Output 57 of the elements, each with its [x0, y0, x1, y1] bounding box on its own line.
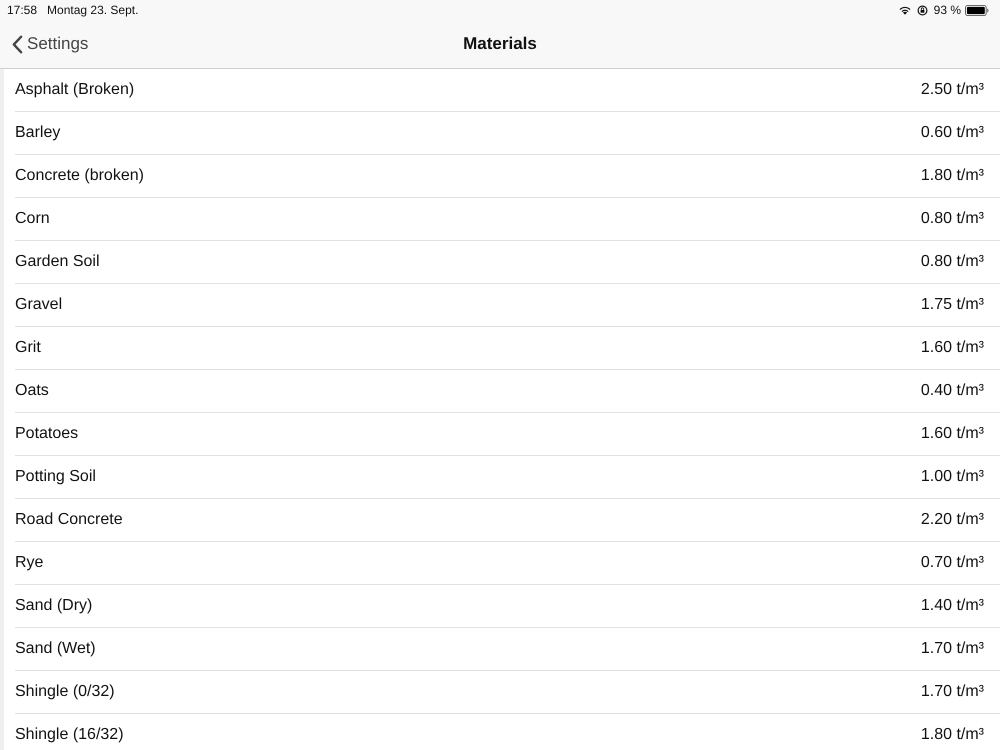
material-row[interactable]: Rye 0.70 t/m³ — [15, 542, 1000, 585]
status-time: 17:58 — [7, 3, 38, 17]
material-name: Sand (Wet) — [15, 640, 96, 658]
material-row[interactable]: Road Concrete 2.20 t/m³ — [15, 499, 1000, 542]
material-row[interactable]: Asphalt (Broken) 2.50 t/m³ — [15, 69, 1000, 112]
material-row[interactable]: Potting Soil 1.00 t/m³ — [15, 456, 1000, 499]
material-name: Corn — [15, 210, 50, 228]
material-name: Garden Soil — [15, 253, 100, 271]
material-name: Gravel — [15, 296, 62, 314]
material-density: 1.00 t/m³ — [920, 468, 984, 486]
battery-percentage: 93 % — [934, 3, 961, 17]
material-name: Oats — [15, 382, 49, 400]
chevron-left-icon — [12, 34, 23, 54]
material-row[interactable]: Concrete (broken) 1.80 t/m³ — [15, 155, 1000, 198]
material-density: 0.60 t/m³ — [920, 124, 984, 142]
material-density: 1.60 t/m³ — [920, 339, 984, 357]
battery-icon — [965, 4, 989, 16]
material-row[interactable]: Oats 0.40 t/m³ — [15, 370, 1000, 413]
material-name: Grit — [15, 339, 41, 357]
material-row[interactable]: Shingle (0/32) 1.70 t/m³ — [15, 671, 1000, 714]
material-density: 0.70 t/m³ — [920, 554, 984, 572]
material-name: Rye — [15, 554, 44, 572]
material-name: Concrete (broken) — [15, 167, 144, 185]
material-name: Road Concrete — [15, 511, 123, 529]
material-row[interactable]: Sand (Dry) 1.40 t/m³ — [15, 585, 1000, 628]
material-row[interactable]: Shingle (16/32) 1.80 t/m³ — [15, 714, 1000, 750]
material-row[interactable]: Corn 0.80 t/m³ — [15, 198, 1000, 241]
material-row[interactable]: Potatoes 1.60 t/m³ — [15, 413, 1000, 456]
material-density: 0.80 t/m³ — [920, 210, 984, 228]
material-name: Barley — [15, 124, 60, 142]
status-date: Montag 23. Sept. — [47, 3, 138, 17]
material-name: Sand (Dry) — [15, 597, 92, 615]
material-name: Shingle (0/32) — [15, 683, 115, 701]
material-row[interactable]: Grit 1.60 t/m³ — [15, 327, 1000, 370]
material-density: 2.20 t/m³ — [920, 511, 984, 529]
material-name: Potting Soil — [15, 468, 96, 486]
material-density: 1.70 t/m³ — [920, 640, 984, 658]
material-density: 2.50 t/m³ — [920, 81, 984, 99]
material-name: Potatoes — [15, 425, 78, 443]
page-title: Materials — [463, 34, 537, 54]
material-density: 1.80 t/m³ — [920, 726, 984, 744]
material-density: 1.60 t/m³ — [920, 425, 984, 443]
material-density: 1.70 t/m³ — [920, 683, 984, 701]
material-density: 1.40 t/m³ — [920, 597, 984, 615]
material-density: 1.75 t/m³ — [920, 296, 984, 314]
wifi-icon — [898, 6, 911, 14]
material-row[interactable]: Sand (Wet) 1.70 t/m³ — [15, 628, 1000, 671]
material-name: Asphalt (Broken) — [15, 81, 134, 99]
material-row[interactable]: Garden Soil 0.80 t/m³ — [15, 241, 1000, 284]
material-name: Shingle (16/32) — [15, 726, 124, 744]
material-row[interactable]: Gravel 1.75 t/m³ — [15, 284, 1000, 327]
material-row[interactable]: Barley 0.60 t/m³ — [15, 112, 1000, 155]
back-button[interactable]: Settings — [0, 26, 94, 62]
material-density: 0.40 t/m³ — [920, 382, 984, 400]
material-density: 0.80 t/m³ — [920, 253, 984, 271]
material-density: 1.80 t/m³ — [920, 167, 984, 185]
rotation-lock-icon — [916, 4, 928, 16]
